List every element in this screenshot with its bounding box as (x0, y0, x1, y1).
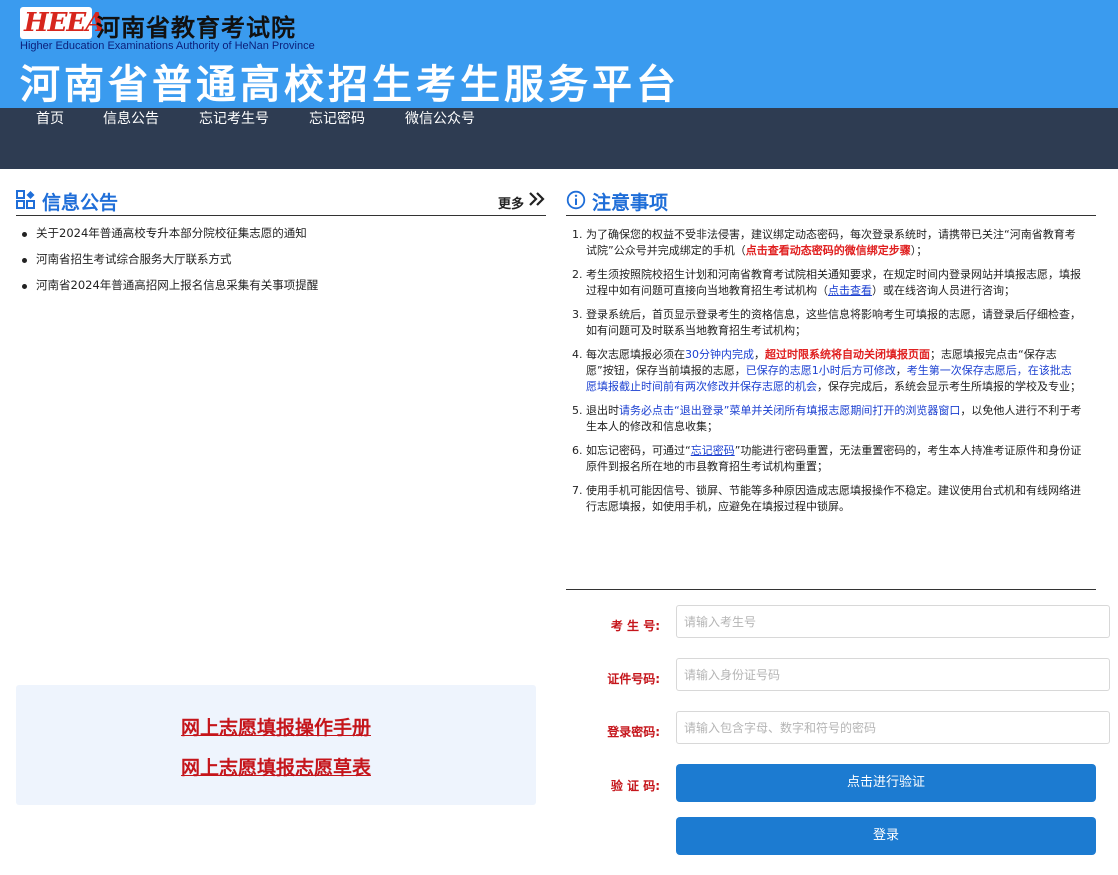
notice-text: 使用手机可能因信号、锁屏、节能等多种原因造成志愿填报操作不稳定。建议使用台式机和… (586, 484, 1081, 513)
id-number-label: 证件号码: (607, 672, 660, 686)
notice-text: ，保存完成后，系统会显示考生所填报的学校及专业； (817, 380, 1081, 393)
site-header: HEEA 河南省教育考试院 Higher Education Examinati… (0, 0, 1118, 108)
notices-title: 注意事项 (592, 192, 669, 214)
info-icon (566, 190, 586, 210)
manual-links-panel: 网上志愿填报操作手册 网上志愿填报志愿草表 (16, 685, 536, 805)
announcements-title: 信息公告 (42, 192, 119, 214)
main-nav: 首页 信息公告 忘记考生号 忘记密码 微信公众号 (0, 108, 1118, 169)
announcement-link[interactable]: 关于2024年普通高校专升本部分院校征集志愿的通知 (36, 226, 307, 240)
notice-item-3: 3. 登录系统后，首页显示登录考生的资格信息，这些信息将影响考生可填报的志愿，请登… (570, 307, 1082, 339)
nav-forgot-exam-number[interactable]: 忘记考生号 (199, 108, 269, 169)
notice-number: 2. (572, 268, 583, 281)
exam-number-label: 考 生 号: (610, 619, 660, 633)
notice-item-4: 4. 每次志愿填报必须在30分钟内完成，超过时限系统将自动关闭填报页面；志愿填报完… (570, 347, 1082, 395)
notice-text: 每次志愿填报必须在 (586, 348, 685, 361)
notices-header: 注意事项 (566, 188, 1096, 216)
notice-item-7: 7. 使用手机可能因信号、锁屏、节能等多种原因造成志愿填报操作不稳定。建议使用台式… (570, 483, 1082, 515)
announcement-link[interactable]: 河南省招生考试综合服务大厅联系方式 (36, 252, 232, 266)
notice-warning: 超过时限系统将自动关闭填报页面 (765, 348, 930, 361)
announcement-link[interactable]: 河南省2024年普通高招网上报名信息采集有关事项提醒 (36, 278, 318, 292)
notice-number: 3. (572, 308, 583, 321)
notice-text: 退出时 (586, 404, 619, 417)
notice-item-5: 5. 退出时请务必点击“退出登录”菜单并关闭所有填报志愿期间打开的浏览器窗口，以免… (570, 403, 1082, 435)
org-name-en: Higher Education Examinations Authority … (20, 40, 315, 52)
notice-number: 7. (572, 484, 583, 497)
notice-item-6: 6. 如忘记密码，可通过“忘记密码”功能进行密码重置，无法重置密码的，考生本人持准… (570, 443, 1082, 475)
notice-number: 6. (572, 444, 583, 457)
grid-icon (16, 190, 35, 209)
more-link[interactable]: 更多 (498, 193, 524, 212)
logo-text: HEEA (24, 8, 105, 38)
list-item[interactable]: 河南省2024年普通高招网上报名信息采集有关事项提醒 (20, 277, 540, 303)
heea-logo-mark: HEEA (20, 7, 105, 39)
view-agencies-link[interactable]: 点击查看 (828, 284, 872, 297)
notice-item-2: 2. 考生须按照院校招生计划和河南省教育考试院相关通知要求，在规定时间内登录网站并… (570, 267, 1082, 299)
notice-number: 4. (572, 348, 583, 361)
notice-text: ）或在线咨询人员进行咨询； (872, 284, 1015, 297)
notices-divider (566, 589, 1096, 590)
notice-text: ， (895, 364, 907, 377)
announcements-header: 信息公告 更多 (16, 188, 546, 216)
nav-wechat-account[interactable]: 微信公众号 (405, 108, 475, 169)
list-item[interactable]: 关于2024年普通高校专升本部分院校征集志愿的通知 (20, 225, 540, 251)
exam-number-input[interactable] (676, 605, 1110, 638)
list-item[interactable]: 河南省招生考试综合服务大厅联系方式 (20, 251, 540, 277)
double-chevron-right-icon[interactable] (528, 191, 546, 207)
notice-list: 1. 为了确保您的权益不受非法侵害，建议绑定动态密码，每次登录系统时，请携带已关注… (570, 227, 1082, 523)
notice-highlight: 已保存的志愿1小时后方可修改 (745, 364, 896, 377)
operation-manual-link[interactable]: 网上志愿填报操作手册 (16, 713, 536, 740)
notice-number: 5. (572, 404, 583, 417)
nav-home[interactable]: 首页 (36, 108, 64, 169)
captcha-verify-button[interactable]: 点击进行验证 (676, 764, 1096, 802)
org-name-cn: 河南省教育考试院 (96, 14, 296, 42)
notice-highlight: 30分钟内完成 (685, 348, 754, 361)
nav-announcements[interactable]: 信息公告 (103, 108, 159, 169)
notice-item-1: 1. 为了确保您的权益不受非法侵害，建议绑定动态密码，每次登录系统时，请携带已关注… (570, 227, 1082, 259)
notice-text: 如忘记密码，可通过“ (586, 444, 691, 457)
wechat-binding-steps-link[interactable]: 点击查看动态密码的微信绑定步骤 (746, 244, 911, 257)
notice-highlight: 请务必点击“退出登录”菜单并关闭所有填报志愿期间打开的浏览器窗口 (619, 404, 961, 417)
id-number-input[interactable] (676, 658, 1110, 691)
notice-text: 登录系统后，首页显示登录考生的资格信息，这些信息将影响考生可填报的志愿，请登录后… (586, 308, 1081, 337)
captcha-label: 验 证 码: (610, 779, 660, 793)
login-button[interactable]: 登录 (676, 817, 1096, 855)
nav-forgot-password[interactable]: 忘记密码 (309, 108, 365, 169)
password-label: 登录密码: (607, 725, 660, 739)
announcement-list: 关于2024年普通高校专升本部分院校征集志愿的通知 河南省招生考试综合服务大厅联… (20, 225, 540, 303)
site-title: 河南省普通高校招生考生服务平台 (20, 62, 680, 108)
password-input[interactable] (676, 711, 1110, 744)
notice-text: ， (754, 348, 765, 361)
notice-text: ）； (910, 244, 928, 257)
volunteer-draft-link[interactable]: 网上志愿填报志愿草表 (16, 753, 536, 780)
notice-number: 1. (572, 228, 583, 241)
forgot-password-link[interactable]: 忘记密码 (691, 444, 735, 457)
